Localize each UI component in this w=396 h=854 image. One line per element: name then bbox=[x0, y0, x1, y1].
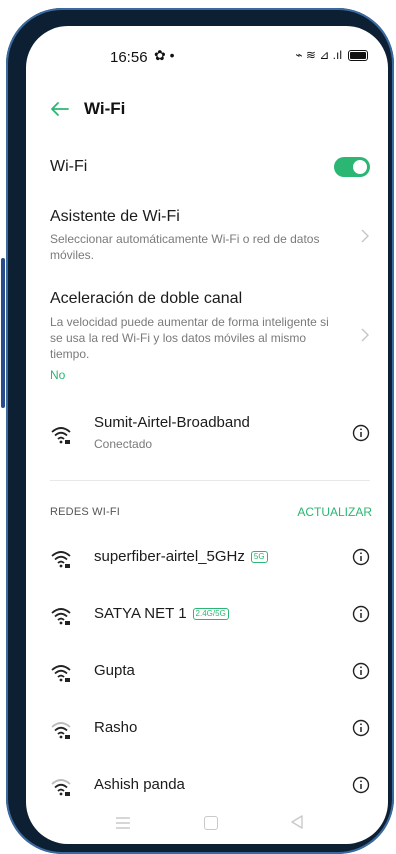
status-time: 16:56 bbox=[110, 49, 148, 66]
dual-channel-description: La velocidad puede aumentar de forma int… bbox=[50, 315, 329, 361]
wifi-locked-icon bbox=[50, 605, 72, 627]
info-icon[interactable] bbox=[352, 605, 370, 623]
wifi-locked-icon bbox=[50, 424, 72, 446]
header: Wi-Fi bbox=[26, 94, 388, 124]
network-name: SATYA NET 1 bbox=[94, 605, 187, 622]
wifi-assistant-description: Seleccionar automáticamente Wi-Fi o red … bbox=[50, 232, 320, 262]
network-name-container: SATYA NET 1 2.4G/5G bbox=[94, 605, 229, 622]
chevron-right-icon bbox=[360, 328, 370, 342]
navigation-bar bbox=[26, 810, 388, 840]
connected-status: Conectado bbox=[94, 437, 153, 451]
network-name: Ashish panda bbox=[94, 776, 185, 793]
info-icon[interactable] bbox=[352, 719, 370, 737]
back-triangle-icon[interactable] bbox=[290, 814, 304, 830]
system-status-icons: ⌁ ≋ ⊿ .ıl bbox=[295, 48, 368, 62]
wifi-toggle-label: Wi-Fi bbox=[50, 158, 88, 175]
band-badge: 5G bbox=[250, 550, 268, 563]
band-badge: 2.4G/5G bbox=[192, 607, 229, 620]
back-arrow-icon[interactable] bbox=[48, 98, 70, 120]
wifi-assistant-title: Asistente de Wi-Fi bbox=[50, 208, 180, 225]
divider bbox=[50, 480, 370, 481]
page-title: Wi-Fi bbox=[84, 99, 126, 118]
screen: 16:56 ✿ • ⌁ ≋ ⊿ .ıl Wi-Fi Wi-Fi Asistent… bbox=[26, 26, 388, 844]
refresh-button[interactable]: ACTUALIZAR bbox=[297, 505, 372, 519]
network-name-container: superfiber-airtel_5GHz 5G bbox=[94, 548, 268, 565]
network-row[interactable]: superfiber-airtel_5GHz 5G bbox=[26, 540, 388, 580]
status-bar: 16:56 ✿ • ⌁ ≋ ⊿ .ıl bbox=[26, 26, 388, 76]
notification-icons: ✿ • bbox=[154, 47, 175, 63]
home-icon[interactable] bbox=[204, 816, 218, 830]
wifi-weak-locked-icon bbox=[50, 719, 72, 741]
chevron-right-icon bbox=[360, 229, 370, 243]
menu-icon[interactable] bbox=[116, 816, 130, 829]
wifi-locked-icon bbox=[50, 662, 72, 684]
wifi-toggle-switch[interactable] bbox=[334, 157, 370, 177]
battery-icon bbox=[348, 49, 368, 61]
network-name: superfiber-airtel_5GHz bbox=[94, 548, 245, 565]
info-icon[interactable] bbox=[352, 548, 370, 566]
info-icon[interactable] bbox=[352, 776, 370, 794]
signal-icons: ⌁ ≋ ⊿ .ıl bbox=[295, 48, 342, 62]
dual-channel-title: Aceleración de doble canal bbox=[50, 290, 243, 307]
dual-channel-value: No bbox=[50, 368, 66, 382]
phone-frame: 16:56 ✿ • ⌁ ≋ ⊿ .ıl Wi-Fi Wi-Fi Asistent… bbox=[1, 8, 394, 854]
network-name: Gupta bbox=[94, 662, 135, 679]
network-row[interactable]: Rasho bbox=[26, 711, 388, 751]
network-row[interactable]: SATYA NET 1 2.4G/5G bbox=[26, 597, 388, 637]
connected-network-name: Sumit-Airtel-Broadband bbox=[94, 414, 250, 431]
network-row[interactable]: Gupta bbox=[26, 654, 388, 694]
info-icon[interactable] bbox=[352, 424, 370, 442]
connected-network-row[interactable]: Sumit-Airtel-Broadband Conectado bbox=[26, 412, 388, 452]
wifi-locked-icon bbox=[50, 548, 72, 570]
wifi-weak-locked-icon bbox=[50, 776, 72, 798]
networks-section-title: REDES WI-FI bbox=[50, 506, 121, 518]
info-icon[interactable] bbox=[352, 662, 370, 680]
network-name: Rasho bbox=[94, 719, 138, 736]
network-row[interactable]: Ashish panda bbox=[26, 768, 388, 808]
